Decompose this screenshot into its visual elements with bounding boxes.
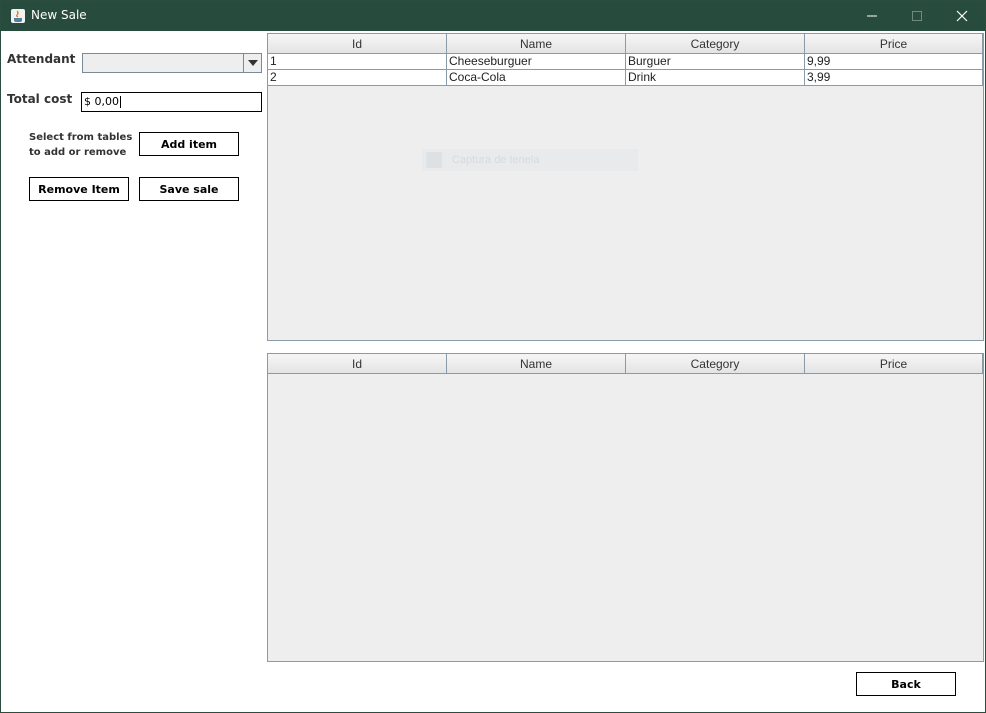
cell-price: 9,99	[805, 54, 983, 70]
back-button[interactable]: Back	[856, 672, 956, 696]
table-row[interactable]: 1 Cheeseburguer Burguer 9,99	[268, 54, 983, 70]
window-title: New Sale	[31, 8, 87, 22]
content-area: Attendant Total cost $ 0,00 Select from …	[1, 31, 985, 712]
overlay-text: Captura de tenela	[452, 154, 540, 166]
cell-id: 2	[268, 70, 447, 86]
add-item-button[interactable]: Add item	[139, 132, 239, 156]
chevron-down-icon	[247, 60, 258, 66]
products-table[interactable]: Id Name Category Price 1 Cheeseburguer B…	[267, 33, 984, 341]
close-icon	[956, 10, 968, 22]
minimize-icon	[867, 15, 877, 17]
sale-items-table-header: Id Name Category Price	[268, 354, 983, 374]
combo-dropdown-button[interactable]	[243, 54, 261, 72]
column-header-name[interactable]: Name	[447, 34, 626, 54]
products-table-header: Id Name Category Price	[268, 34, 983, 54]
hint-text: Select from tables to add or remove	[29, 130, 132, 160]
column-header-id[interactable]: Id	[268, 34, 447, 54]
java-app-icon	[11, 9, 25, 23]
cell-id: 1	[268, 54, 447, 70]
cell-name: Cheeseburguer	[447, 54, 626, 70]
minimize-button[interactable]	[849, 1, 895, 31]
cell-category: Burguer	[626, 54, 805, 70]
maximize-button[interactable]	[894, 1, 940, 31]
column-header-category[interactable]: Category	[626, 34, 805, 54]
cell-price: 3,99	[805, 70, 983, 86]
column-header-price[interactable]: Price	[805, 34, 983, 54]
column-header-price[interactable]: Price	[805, 354, 983, 374]
column-header-id[interactable]: Id	[268, 354, 447, 374]
capture-icon	[426, 152, 442, 168]
hint-line-1: Select from tables	[29, 132, 133, 143]
table-row[interactable]: 2 Coca-Cola Drink 3,99	[268, 70, 983, 86]
attendant-label: Attendant	[7, 52, 76, 66]
column-header-category[interactable]: Category	[626, 354, 805, 374]
maximize-icon	[912, 11, 922, 21]
column-header-name[interactable]: Name	[447, 354, 626, 374]
attendant-combobox[interactable]	[82, 53, 262, 73]
screen-capture-overlay: Captura de tenela	[422, 149, 638, 171]
hint-line-2: to add or remove	[29, 147, 127, 158]
cell-name: Coca-Cola	[447, 70, 626, 86]
products-table-body: 1 Cheeseburguer Burguer 9,99 2 Coca-Cola…	[268, 54, 983, 86]
close-button[interactable]	[939, 1, 985, 31]
total-cost-label: Total cost	[7, 92, 73, 106]
sale-items-table[interactable]: Id Name Category Price	[267, 353, 984, 662]
total-cost-field[interactable]: $ 0,00	[81, 92, 262, 112]
save-sale-button[interactable]: Save sale	[139, 177, 239, 201]
title-bar[interactable]: New Sale	[1, 1, 985, 31]
text-caret	[120, 96, 121, 108]
total-cost-value: $ 0,00	[84, 95, 119, 108]
cell-category: Drink	[626, 70, 805, 86]
new-sale-window: New Sale Attendant Total cost $ 0,00 Sel…	[0, 0, 986, 713]
remove-item-button[interactable]: Remove Item	[29, 177, 129, 201]
